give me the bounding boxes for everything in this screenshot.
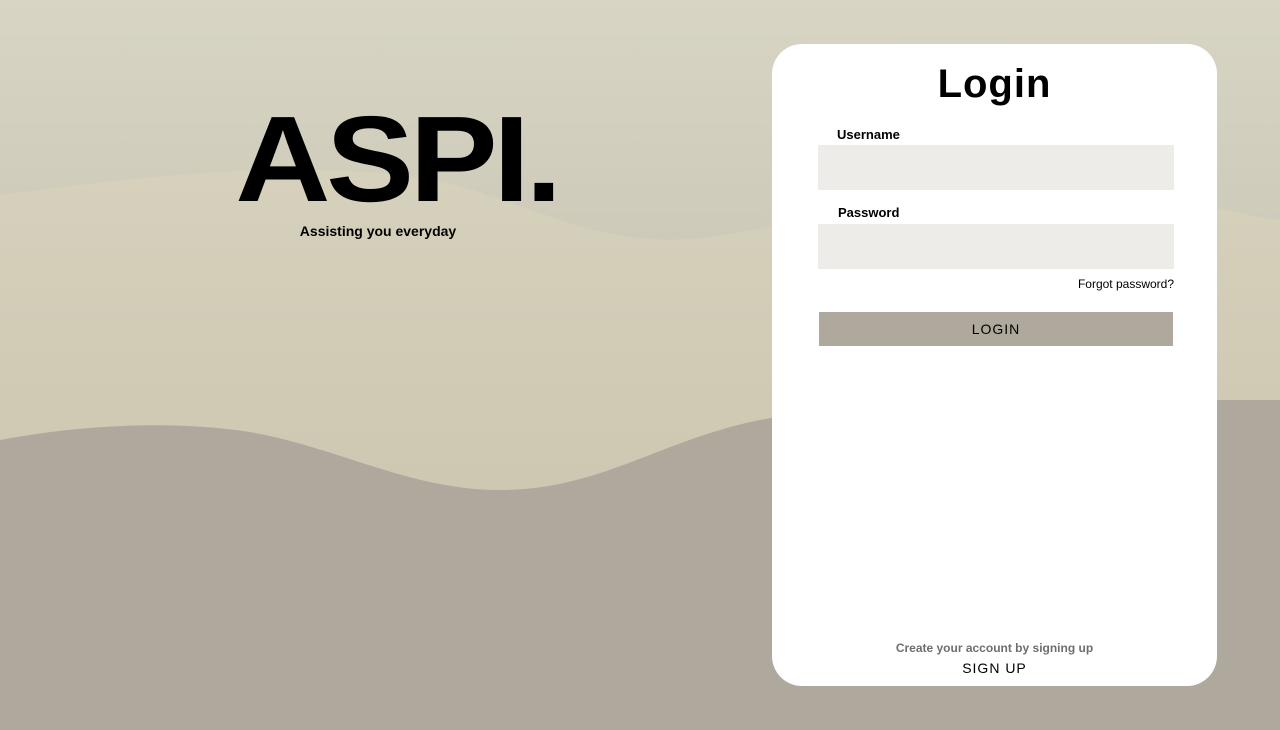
login-card: Login Username Password Forgot password?… [772,44,1217,686]
brand-block: ASPI. Assisting you everyday [186,98,576,239]
password-label: Password [838,205,900,220]
login-page: ASPI. Assisting you everyday Login Usern… [0,0,1280,730]
password-input[interactable] [818,224,1174,269]
signup-button[interactable]: SIGN UP [772,660,1217,676]
login-title: Login [937,62,1052,106]
signup-hint: Create your account by signing up [895,641,1094,655]
brand-logo: ASPI. [235,91,562,227]
login-button[interactable]: LOGIN [819,312,1173,346]
username-label: Username [837,127,900,142]
username-input[interactable] [818,145,1174,190]
forgot-password-link[interactable]: Forgot password? [1078,277,1174,291]
